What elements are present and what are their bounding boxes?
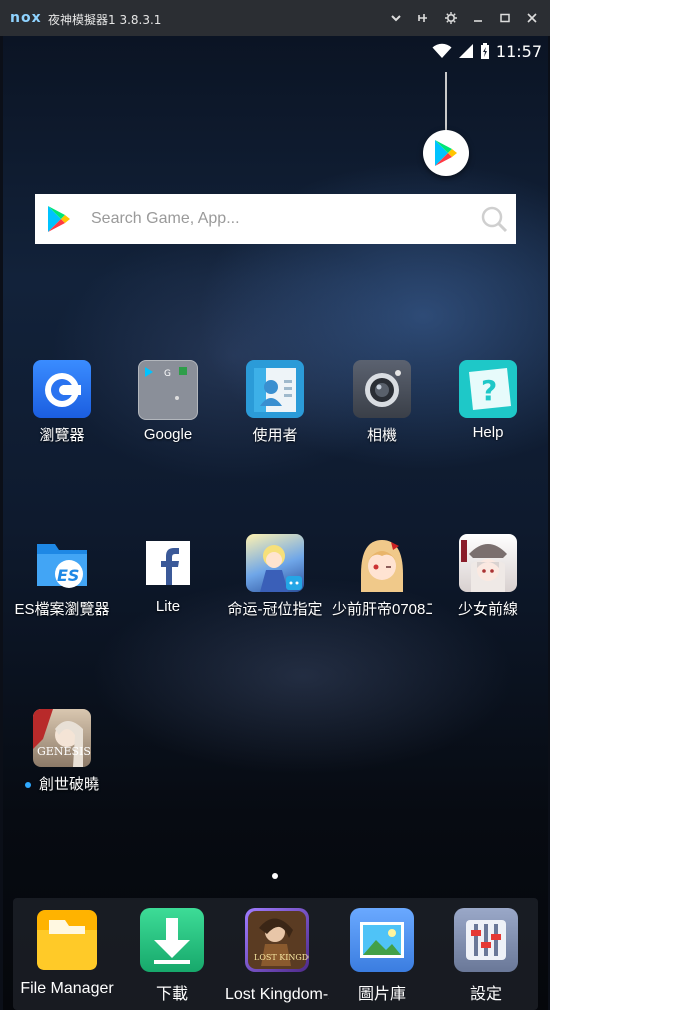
dock-label: File Manager (20, 980, 114, 997)
dock-label: Lost Kingdom-末 (225, 986, 329, 1003)
play-store-button[interactable] (423, 130, 469, 176)
app-label: Google (143, 426, 193, 443)
svg-text:G: G (164, 369, 171, 379)
dock-settings[interactable]: 設定 (434, 908, 538, 1004)
app-girls-frontline[interactable]: 少女前線 (438, 534, 538, 619)
search-input[interactable] (91, 204, 461, 234)
app-contacts[interactable]: 使用者 (225, 360, 325, 445)
app-label: 使用者 (252, 427, 298, 444)
window-title: 夜神模擬器1 3.8.3.1 (48, 13, 162, 27)
signal-icon (458, 43, 474, 59)
contacts-icon (246, 360, 304, 418)
pin-icon[interactable] (413, 8, 433, 28)
clock: 11:57 (495, 41, 542, 61)
dock-label: 圖片庫 (357, 986, 406, 1003)
file-manager-icon (35, 908, 99, 972)
app-label: 創世破曉 (38, 776, 99, 793)
app-google-folder[interactable]: G Google (118, 360, 218, 443)
app-label: 相機 (366, 427, 397, 444)
dock-download[interactable]: 下載 (120, 908, 224, 1004)
lost-kingdom-icon: LOST KINGDOM (245, 908, 309, 972)
girls-frontline-icon (459, 534, 517, 592)
girls-frontline-helper-icon (353, 534, 411, 592)
dock-gallery[interactable]: 圖片庫 (330, 908, 434, 1004)
dock-file-manager[interactable]: File Manager (15, 908, 119, 998)
settings-icon (454, 908, 518, 972)
fate-grand-order-icon (246, 534, 304, 592)
search-bar[interactable] (35, 194, 516, 244)
gear-icon[interactable] (441, 8, 461, 28)
facebook-lite-icon (139, 534, 197, 592)
battery-icon (480, 42, 490, 60)
app-browser[interactable]: 瀏覽器 (12, 360, 112, 445)
maximize-icon[interactable] (495, 8, 515, 28)
chevron-down-icon[interactable] (386, 8, 406, 28)
app-genesis-game[interactable]: GENESIS 創世破曉 (12, 709, 112, 794)
play-store-icon (48, 206, 70, 232)
play-store-icon (435, 140, 457, 166)
emulator-window: nox 夜神模擬器1 3.8.3.1 11:57 Search Game, Ap… (0, 0, 550, 1010)
app-label: Lite (155, 598, 181, 615)
app-label: 少女前線 (457, 601, 518, 618)
dock-label: 下載 (155, 986, 188, 1003)
genesis-game-icon: GENESIS (33, 709, 91, 767)
app-label: 瀏覽器 (39, 427, 85, 444)
app-label-row: 創世破曉 (12, 773, 112, 794)
es-file-explorer-icon: ES (33, 534, 91, 592)
page-indicator (272, 873, 278, 879)
play-store-pull-line (445, 72, 447, 132)
browser-icon (33, 360, 91, 418)
dock: File Manager 下載 LOST KINGDOM Lost Kingdo… (13, 898, 538, 1010)
minimize-icon[interactable] (468, 8, 488, 28)
app-girls-frontline-helper[interactable]: 少前肝帝0708二 (332, 534, 432, 619)
app-help[interactable]: ? Help (438, 360, 538, 441)
svg-text:ES: ES (57, 566, 79, 585)
nox-logo: nox (10, 10, 42, 26)
app-camera[interactable]: 相機 (332, 360, 432, 445)
app-label: Help (472, 424, 504, 441)
wifi-icon (432, 43, 452, 59)
close-icon[interactable] (522, 8, 542, 28)
svg-text:GENESIS: GENESIS (37, 745, 91, 758)
svg-text:LOST KINGDOM: LOST KINGDOM (254, 953, 309, 962)
dock-lost-kingdom[interactable]: LOST KINGDOM Lost Kingdom-末 (225, 908, 329, 1004)
gallery-icon (350, 908, 414, 972)
app-label: 少前肝帝0708二 (332, 601, 432, 618)
new-app-dot (24, 782, 31, 789)
svg-text:?: ? (481, 374, 497, 407)
status-bar: 11:57 (432, 40, 542, 62)
app-facebook-lite[interactable]: Lite (118, 534, 218, 615)
app-fate-grand-order[interactable]: 命运-冠位指定 (225, 534, 325, 619)
search-icon[interactable] (480, 205, 508, 233)
download-icon (140, 908, 204, 972)
android-home-screen: 11:57 Search Game, App... 瀏覽器 G Google 使… (3, 36, 548, 1010)
app-label: ES檔案瀏覽器 (14, 601, 110, 618)
google-folder-icon: G (138, 360, 198, 420)
dock-label: 設定 (469, 986, 502, 1003)
help-icon: ? (459, 360, 517, 418)
camera-icon (353, 360, 411, 418)
app-es-file-explorer[interactable]: ES ES檔案瀏覽器 (12, 534, 112, 619)
app-label: 命运-冠位指定 (227, 601, 323, 618)
title-bar: nox 夜神模擬器1 3.8.3.1 (0, 0, 550, 36)
